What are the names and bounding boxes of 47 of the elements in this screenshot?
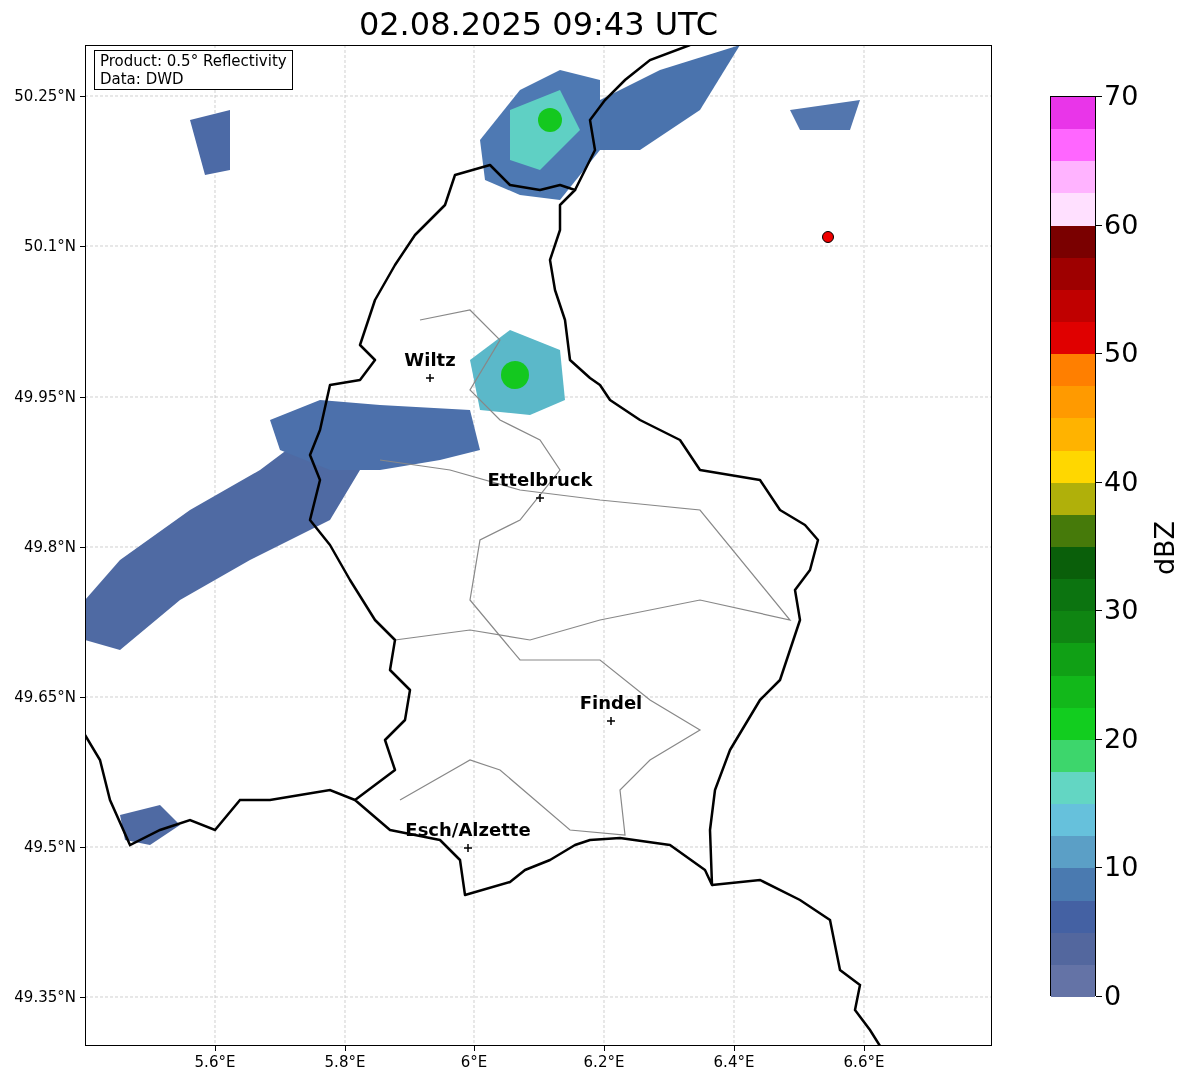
y-tick-label: 49.5°N — [23, 838, 76, 856]
tick-mark — [80, 997, 85, 998]
y-tick-label: 49.65°N — [14, 688, 76, 706]
city-marker-icon — [426, 374, 434, 382]
colorbar-tick-label: 70 — [1104, 81, 1139, 111]
tick-mark — [80, 547, 85, 548]
tick-mark — [864, 1046, 865, 1051]
colorbar-tick-label: 10 — [1104, 852, 1139, 883]
chart-title: 02.08.2025 09:43 UTC — [357, 4, 720, 44]
colorbar-label: dBZ — [1150, 520, 1181, 576]
city-marker-icon — [607, 717, 615, 725]
tick-mark — [604, 1046, 605, 1051]
y-tick-label: 49.35°N — [14, 988, 76, 1006]
x-tick-label: 6.4°E — [713, 1053, 755, 1071]
x-tick-label: 6.2°E — [583, 1053, 625, 1071]
x-tick-label: 6.6°E — [843, 1053, 885, 1071]
tick-mark — [80, 397, 85, 398]
tick-mark — [80, 847, 85, 848]
colorbar-tick-label: 30 — [1104, 595, 1139, 626]
tick-mark — [80, 246, 85, 247]
tick-mark — [80, 96, 85, 97]
y-tick-label: 50.25°N — [14, 87, 76, 105]
city-label: Esch/Alzette — [405, 820, 531, 840]
tick-mark — [215, 1046, 216, 1051]
city-label: Ettelbruck — [487, 470, 593, 490]
tick-mark — [474, 1046, 475, 1051]
tick-mark — [80, 697, 85, 698]
colorbar-tick-label: 0 — [1104, 981, 1122, 1011]
tick-mark — [734, 1046, 735, 1051]
colorbar-tick-label: 40 — [1104, 466, 1139, 497]
city-marker-icon — [536, 494, 544, 502]
x-tick-label: 5.6°E — [194, 1053, 236, 1071]
colorbar-tick-label: 50 — [1104, 338, 1139, 369]
tick-mark — [345, 1046, 346, 1051]
city-label: Findel — [579, 693, 643, 713]
y-tick-label: 50.1°N — [23, 237, 76, 255]
x-tick-label: 6°E — [460, 1053, 488, 1071]
tick-mark — [1096, 996, 1102, 997]
city-label: Wiltz — [404, 350, 456, 370]
city-marker-icon — [464, 844, 472, 852]
legend-text: Data: DWD — [100, 70, 185, 88]
colorbar-tick-label: 60 — [1104, 209, 1139, 240]
y-tick-label: 49.8°N — [23, 538, 76, 556]
x-tick-label: 5.8°E — [324, 1053, 366, 1071]
colorbar-tick-label: 20 — [1104, 723, 1139, 754]
y-tick-label: 49.95°N — [14, 388, 76, 406]
legend-text: Product: 0.5° Reflectivity — [100, 52, 287, 70]
